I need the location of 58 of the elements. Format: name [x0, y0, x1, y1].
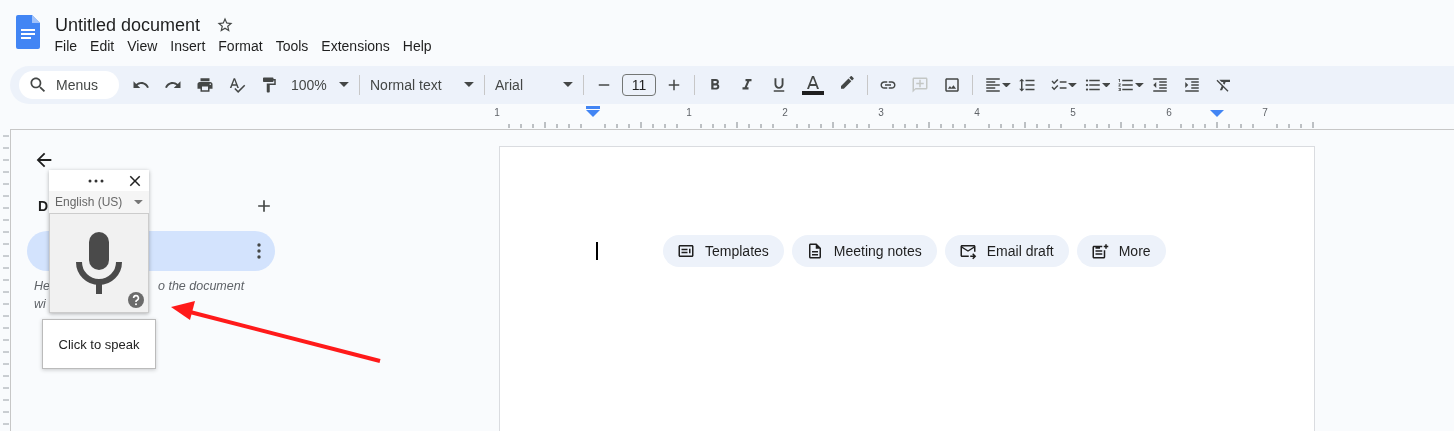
template-icon	[677, 242, 695, 260]
mail-icon	[958, 242, 977, 260]
document-page[interactable]: Templates Meeting notes Email draft More	[499, 146, 1315, 431]
menu-item[interactable]: File	[48, 36, 84, 56]
text-color-icon[interactable]	[802, 75, 824, 95]
align-left-icon[interactable]	[984, 76, 1002, 94]
search-icon	[28, 75, 48, 95]
increase-indent-icon[interactable]	[1183, 76, 1202, 94]
menu-item[interactable]: Format	[211, 36, 270, 56]
hint-text: wi	[34, 296, 46, 313]
caret-icon[interactable]	[1135, 82, 1145, 88]
tooltip: Click to speak	[42, 319, 156, 369]
caret-icon	[464, 82, 474, 88]
suggestion-chip[interactable]: Templates	[663, 235, 784, 267]
suggestion-chip[interactable]: Email draft	[944, 235, 1069, 267]
print-icon[interactable]	[196, 76, 214, 94]
zoom-dropdown[interactable]: 100%	[285, 77, 355, 93]
font-dropdown[interactable]: Arial	[489, 77, 579, 93]
caret-icon	[134, 199, 143, 205]
style-dropdown[interactable]: Normal text	[364, 77, 480, 93]
menu-item[interactable]: Insert	[163, 36, 212, 56]
numbered-list-icon[interactable]	[1117, 76, 1136, 94]
star-icon[interactable]	[216, 16, 235, 34]
language-dropdown[interactable]: English (US)	[49, 191, 149, 213]
decrease-indent-icon[interactable]	[1151, 76, 1170, 94]
menu-item[interactable]: View	[120, 36, 164, 56]
more-icon	[1090, 242, 1109, 260]
indent-marker[interactable]	[586, 106, 600, 117]
ruler: 1 1 2 3 4 5 6 7	[10, 104, 1454, 130]
menu-item[interactable]: Help	[396, 36, 439, 56]
suggestion-chip[interactable]: Meeting notes	[791, 235, 937, 267]
more-options-icon[interactable]	[257, 243, 261, 259]
menu-item[interactable]: Tools	[269, 36, 315, 56]
caret-icon	[339, 82, 349, 88]
menu-item[interactable]: Edit	[83, 36, 121, 56]
help-icon[interactable]	[128, 292, 144, 308]
suggestion-chip[interactable]: More	[1076, 235, 1166, 267]
hint-text: He	[34, 278, 50, 295]
sidebar-heading: D	[38, 198, 49, 214]
more-options-icon[interactable]	[88, 178, 104, 183]
microphone-icon[interactable]	[76, 232, 122, 294]
font-size-field[interactable]: 11	[622, 74, 656, 96]
document-title[interactable]: Untitled document	[55, 14, 201, 36]
search-input[interactable]: Menus	[56, 77, 108, 93]
caret-icon[interactable]	[1101, 82, 1111, 88]
caret-icon	[563, 82, 573, 88]
search-field[interactable]: Menus	[19, 71, 119, 99]
text-cursor	[596, 242, 598, 260]
line-spacing-icon[interactable]	[1017, 76, 1036, 94]
menu-item[interactable]: Extensions	[314, 36, 397, 56]
indent-marker[interactable]	[1210, 110, 1224, 117]
image-icon[interactable]	[943, 76, 961, 94]
caret-icon[interactable]	[1067, 82, 1077, 88]
paint-roller-icon[interactable]	[260, 76, 278, 94]
spellcheck-icon[interactable]	[228, 76, 246, 94]
docs-logo[interactable]	[16, 15, 40, 49]
hint-text: o the document	[158, 278, 245, 295]
caret-icon[interactable]	[1002, 82, 1011, 88]
